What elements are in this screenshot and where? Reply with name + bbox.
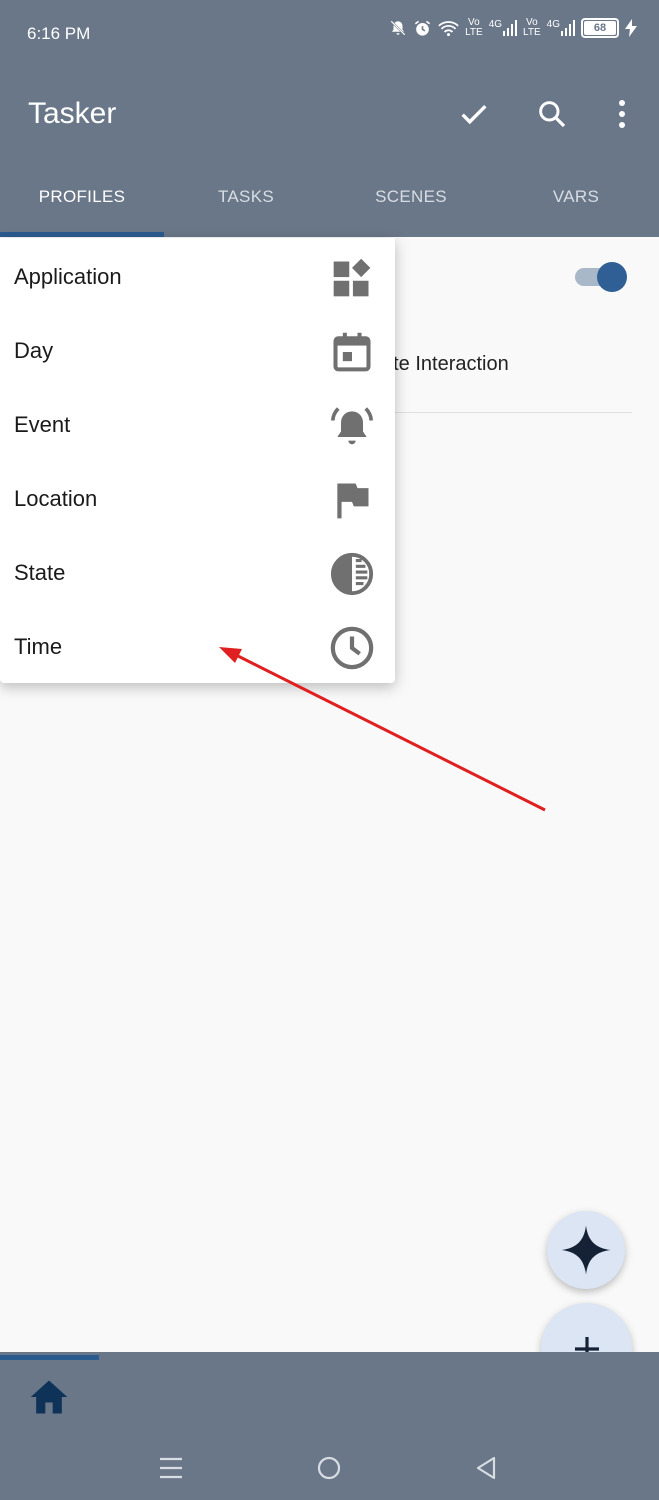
signal-2: 4G xyxy=(547,20,575,36)
menu-item-label: Event xyxy=(14,412,71,437)
check-icon xyxy=(461,105,487,125)
calendar-icon xyxy=(328,328,376,376)
ai-assistant-button[interactable] xyxy=(547,1211,625,1289)
more-options-button[interactable] xyxy=(600,92,644,136)
profile-name[interactable]: ate Interaction xyxy=(382,353,509,376)
tab-tasks[interactable]: TASKS xyxy=(164,166,328,227)
wifi-icon xyxy=(438,20,459,36)
back-nav-button[interactable] xyxy=(466,1448,506,1488)
bottom-indicator xyxy=(0,1355,99,1360)
menu-item-label: Location xyxy=(14,486,98,511)
volte-2: Vo LTE xyxy=(523,17,541,38)
menu-lines-icon xyxy=(160,1457,182,1479)
home-button[interactable] xyxy=(26,1375,72,1419)
menu-item-label: Day xyxy=(14,338,54,363)
menu-item-day[interactable]: Day xyxy=(0,314,395,388)
alarm-icon xyxy=(414,20,431,36)
profile-type-menu: Application Day Event Location State Tim… xyxy=(0,238,395,683)
status-bar: 6:16 PM Vo LTE 4G Vo LTE 4G 68 xyxy=(0,0,659,66)
charging-icon xyxy=(625,19,637,37)
alarm-bell-icon xyxy=(328,402,376,450)
home-nav-button[interactable] xyxy=(309,1448,349,1488)
contrast-icon xyxy=(328,550,376,598)
app-title: Tasker xyxy=(28,97,117,130)
divider xyxy=(382,412,632,413)
status-time: 6:16 PM xyxy=(27,24,91,43)
tab-indicator xyxy=(0,232,164,237)
menu-item-label: State xyxy=(14,560,66,585)
menu-item-application[interactable]: Application xyxy=(0,240,395,314)
tab-scenes[interactable]: SCENES xyxy=(329,166,493,227)
signal-bars-icon xyxy=(561,20,575,36)
tab-bar: PROFILES TASKS SCENES VARS xyxy=(0,166,659,237)
more-vert-icon xyxy=(619,100,625,128)
sparkle-icon xyxy=(561,1225,611,1275)
menu-item-state[interactable]: State xyxy=(0,536,395,610)
menu-item-time[interactable]: Time xyxy=(0,610,395,684)
signal-1: 4G xyxy=(489,20,518,36)
menu-item-label: Time xyxy=(14,634,63,659)
battery-icon: 68 xyxy=(581,18,619,38)
home-icon xyxy=(30,1380,68,1414)
widgets-icon xyxy=(328,254,376,302)
search-button[interactable] xyxy=(530,92,574,136)
volte-1: Vo LTE xyxy=(465,17,483,38)
confirm-button[interactable] xyxy=(452,92,496,136)
circle-home-icon xyxy=(317,1456,341,1480)
menu-item-event[interactable]: Event xyxy=(0,388,395,462)
menu-item-location[interactable]: Location xyxy=(0,462,395,536)
mute-notifications-icon xyxy=(390,20,406,36)
profile-toggle[interactable] xyxy=(573,262,627,292)
triangle-back-icon xyxy=(476,1456,496,1480)
recents-nav-button[interactable] xyxy=(151,1448,191,1488)
flag-icon xyxy=(328,476,376,524)
tab-profiles[interactable]: PROFILES xyxy=(0,166,164,227)
search-icon xyxy=(539,101,566,128)
signal-bars-icon xyxy=(503,20,518,36)
status-icons: Vo LTE 4G Vo LTE 4G 68 xyxy=(389,18,637,38)
clock-icon xyxy=(328,624,376,672)
tab-vars[interactable]: VARS xyxy=(494,166,658,227)
menu-item-label: Application xyxy=(14,264,122,289)
